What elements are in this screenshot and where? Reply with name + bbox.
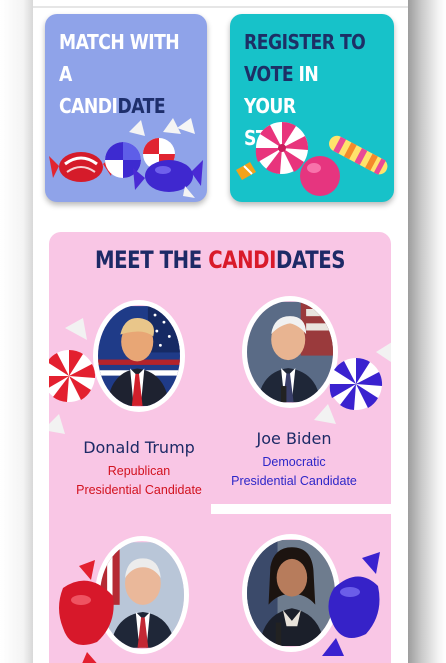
wrapped-candy-icon: [322, 552, 380, 656]
left-edge: [0, 0, 33, 663]
candidate-card-pence[interactable]: [49, 522, 220, 663]
register-card-title-vote: VOTE: [244, 62, 294, 86]
section-divider: [211, 504, 391, 514]
top-divider: [33, 6, 408, 8]
candy-cluster-icon: [236, 121, 388, 196]
register-to-vote-card[interactable]: REGISTER TO VOTE IN YOUR STATE: [230, 14, 394, 202]
candidate-card-biden[interactable]: Joe Biden Democratic Presidential Candid…: [220, 232, 391, 502]
match-card-title-line1: MATCH WITH A: [59, 30, 180, 86]
right-edge-shadow: [408, 0, 446, 663]
candidate-party-trump: Republican: [107, 464, 171, 478]
wrapped-candy-icon: [314, 342, 391, 424]
candidate-role-biden: Presidential Candidate: [231, 474, 357, 488]
match-with-a-candidate-card[interactable]: MATCH WITH A CANDIDATE: [45, 14, 207, 202]
candidate-card-harris[interactable]: [220, 522, 391, 663]
candidate-name-trump: Donald Trump: [83, 438, 195, 457]
candidate-role-trump: Presidential Candidate: [76, 483, 202, 497]
peppermint-candy-icon: [49, 318, 96, 434]
candidate-party-biden: Democratic: [262, 455, 326, 469]
candy-cluster-icon: [49, 118, 203, 198]
meet-the-candidates-section: MEET THE CANDIDATES Donald Trump Republi…: [49, 232, 391, 663]
candidate-name-biden: Joe Biden: [256, 429, 332, 448]
page: MATCH WITH A CANDIDATE REGISTER TO VOTE …: [0, 0, 446, 663]
candidate-card-trump[interactable]: Donald Trump Republican Presidential Can…: [49, 232, 220, 502]
wrapped-candy-icon: [59, 560, 114, 663]
match-card-title: MATCH WITH A CANDIDATE: [59, 26, 180, 122]
register-card-title-line1: REGISTER TO: [244, 30, 366, 54]
mobile-viewport[interactable]: MATCH WITH A CANDIDATE REGISTER TO VOTE …: [33, 0, 408, 663]
candidate-photo-trump: [93, 300, 185, 412]
